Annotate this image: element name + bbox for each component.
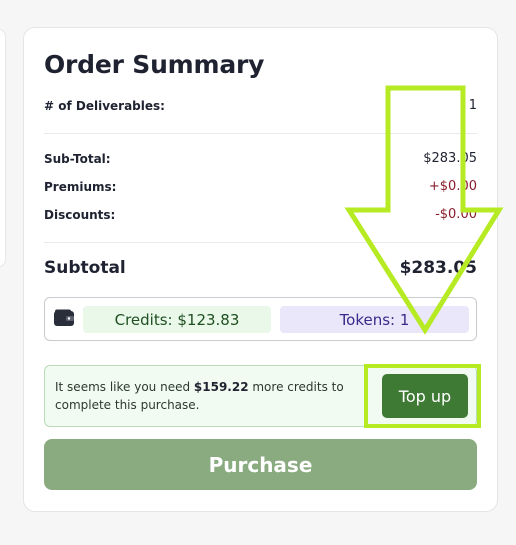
deliverables-value: 1 <box>468 98 477 113</box>
notice-text-prefix: It seems like you need <box>55 380 194 394</box>
discounts-value: -$0.00 <box>435 207 477 222</box>
wallet-icon <box>53 309 75 327</box>
deliverables-label: # of Deliverables: <box>44 98 165 113</box>
top-up-highlight-box <box>364 364 481 428</box>
premiums-value: +$0.00 <box>428 179 477 194</box>
needed-credits-amount: $159.22 <box>193 380 249 394</box>
order-summary-card: Order Summary # of Deliverables: 1 Sub-T… <box>23 27 498 512</box>
subtotal-row: Subtotal $283.05 <box>44 258 477 278</box>
discounts-label: Discounts: <box>44 207 116 222</box>
divider <box>44 242 477 243</box>
premiums-label: Premiums: <box>44 179 117 194</box>
divider <box>44 133 477 134</box>
sub-total-row: Sub-Total: $283.05 <box>44 151 477 166</box>
left-panel-edge <box>0 28 6 268</box>
wallet-balance: Credits: $123.83 Tokens: 1 <box>44 297 477 341</box>
premiums-row: Premiums: +$0.00 <box>44 179 477 194</box>
order-summary-title: Order Summary <box>44 50 265 79</box>
subtotal-label: Subtotal <box>44 258 126 278</box>
credits-badge: Credits: $123.83 <box>83 306 271 333</box>
sub-total-label: Sub-Total: <box>44 151 111 166</box>
purchase-button[interactable]: Purchase <box>44 439 477 490</box>
notice-message: It seems like you need $159.22 more cred… <box>55 378 355 414</box>
sub-total-value: $283.05 <box>423 151 477 166</box>
tokens-badge: Tokens: 1 <box>280 306 469 333</box>
subtotal-value: $283.05 <box>399 258 477 278</box>
discounts-row: Discounts: -$0.00 <box>44 207 477 222</box>
deliverables-row: # of Deliverables: 1 <box>44 98 477 113</box>
